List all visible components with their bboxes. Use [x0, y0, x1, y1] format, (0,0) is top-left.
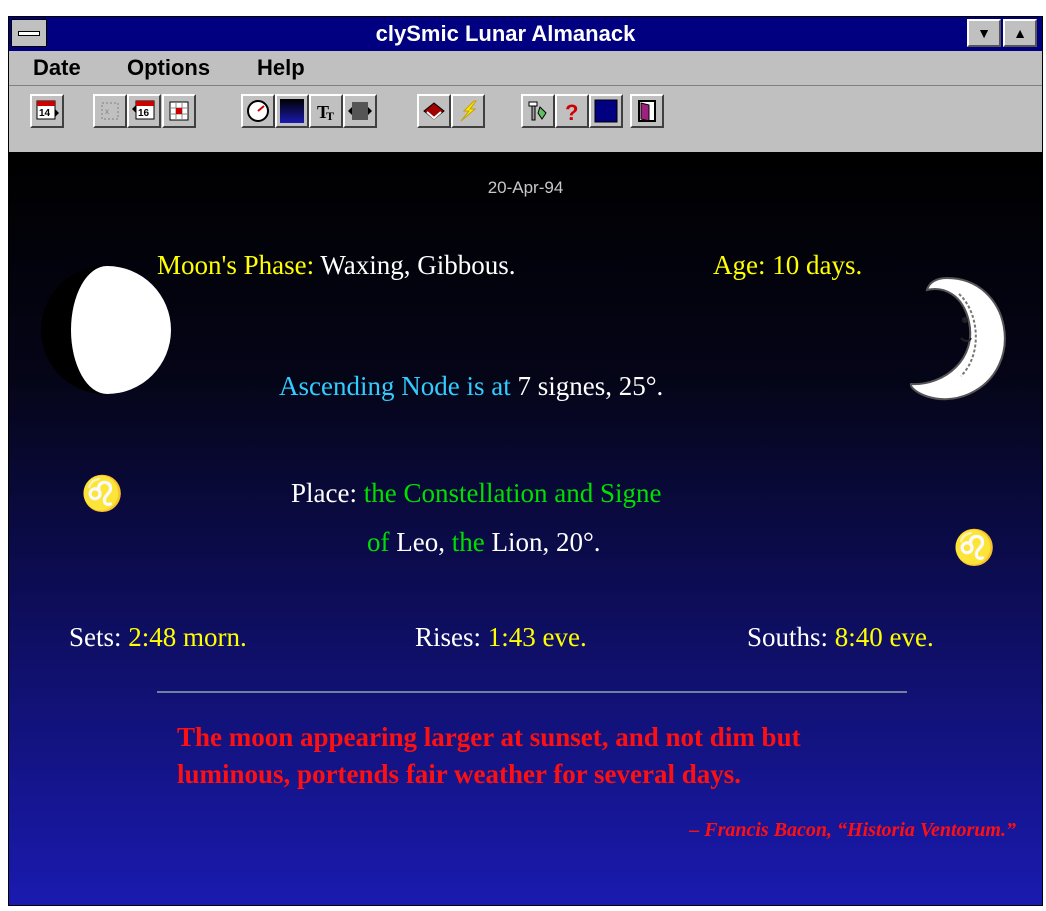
place-of: of: [367, 527, 390, 557]
crescent-moon-face-icon: [910, 276, 1006, 401]
calendar-16-button[interactable]: 16: [127, 94, 161, 128]
svg-text:14: 14: [39, 108, 51, 119]
phase-value: Waxing, Gibbous.: [320, 250, 516, 280]
sky-color-button[interactable]: [275, 94, 309, 128]
menu-date[interactable]: Date: [33, 51, 81, 85]
place-text: the Constellation and Signe: [363, 478, 662, 508]
disabled-calendar-icon: x: [101, 102, 119, 120]
moon-icon: [594, 99, 618, 123]
svg-text:16: 16: [138, 108, 150, 119]
calendar-16-icon: 16: [132, 100, 155, 120]
pattern-button[interactable]: [343, 94, 377, 128]
rises-label: Rises:: [415, 622, 482, 652]
divider: [157, 691, 907, 693]
blue-panel-icon: [280, 99, 304, 123]
zodiac-leo-icon-right: ♌: [953, 530, 996, 567]
place-leo: Leo,: [396, 527, 445, 557]
system-menu-icon: [18, 31, 40, 36]
ascending-node-line: Ascending Node is at 7 signes, 25°.: [279, 371, 663, 402]
menu-help[interactable]: Help: [257, 51, 305, 85]
rises-line: Rises: 1:43 eve.: [415, 622, 587, 653]
souths-line: Souths: 8:40 eve.: [747, 622, 934, 653]
sets-value: 2:48 morn.: [128, 622, 247, 652]
quote-line-1: The moon appearing larger at sunset, and…: [177, 722, 801, 752]
place-lion: Lion, 20°.: [491, 527, 601, 557]
lightning-button[interactable]: [451, 94, 485, 128]
book-icon: [423, 102, 445, 120]
souths-label: Souths:: [747, 622, 829, 652]
font-icon: TT: [317, 102, 334, 123]
souths-value: 8:40 eve.: [834, 622, 934, 652]
font-button[interactable]: TT: [309, 94, 343, 128]
next-week-button[interactable]: x: [93, 94, 127, 128]
exit-door-icon: [638, 100, 656, 122]
menu-bar: Date Options Help: [9, 51, 1042, 86]
moon-phase-icon: [41, 266, 171, 394]
quote-attribution: – Francis Bacon, “Historia Ventorum.”: [689, 819, 1016, 841]
svg-text:T: T: [326, 109, 334, 123]
rises-value: 1:43 eve.: [487, 622, 587, 652]
node-label: Ascending Node is at: [279, 371, 511, 401]
node-value: 7 signes, 25°.: [517, 371, 664, 401]
month-grid-button[interactable]: [162, 94, 196, 128]
app-window: clySmic Lunar Almanack ▼ ▲ Date Options …: [8, 16, 1043, 906]
calendar-14-icon: 14: [36, 100, 59, 120]
quote-line-2: luminous, portends fair weather for seve…: [177, 759, 741, 789]
place-line-2: of Leo, the Lion, 20°.: [367, 527, 601, 558]
maximize-button[interactable]: ▲: [1003, 19, 1037, 47]
date-display: 20-Apr-94: [487, 178, 564, 197]
age-line: Age: 10 days.: [713, 250, 862, 281]
place-the: the: [451, 527, 485, 557]
compass-button[interactable]: [241, 94, 275, 128]
almanac-panel: 20-Apr-94 Moon's Phase: Waxing, Gibbous.…: [9, 154, 1042, 905]
sets-label: Sets:: [69, 622, 122, 652]
moon-button[interactable]: [589, 94, 623, 128]
tools-button[interactable]: [521, 94, 555, 128]
svg-text:x: x: [105, 107, 109, 116]
help-icon: ?: [565, 100, 578, 123]
sets-line: Sets: 2:48 morn.: [69, 622, 247, 653]
grid-calendar-icon: [169, 101, 189, 121]
window-title: clySmic Lunar Almanack: [375, 21, 636, 46]
help-button[interactable]: ?: [555, 94, 589, 128]
system-menu-button[interactable]: [11, 19, 47, 47]
tools-icon: [528, 101, 547, 121]
dotted-shape-icon: [348, 102, 372, 120]
exit-button[interactable]: [630, 94, 664, 128]
calendar-14-button[interactable]: 14: [30, 94, 64, 128]
book-button[interactable]: [417, 94, 451, 128]
place-line-1: Place: the Constellation and Signe: [291, 478, 661, 509]
place-label: Place:: [291, 478, 357, 508]
title-bar: clySmic Lunar Almanack ▼ ▲: [9, 17, 1042, 51]
age-label: Age:: [713, 250, 766, 280]
svg-text:?: ?: [565, 100, 578, 123]
zodiac-leo-icon: ♌: [81, 476, 124, 513]
age-value: 10 days.: [772, 250, 863, 280]
phase-line: Moon's Phase: Waxing, Gibbous.: [157, 250, 515, 281]
phase-label: Moon's Phase:: [157, 250, 315, 280]
lightning-icon: [460, 100, 477, 122]
minimize-button[interactable]: ▼: [967, 19, 1001, 47]
toolbar: 14 x 16 TT ?: [9, 86, 1042, 154]
menu-options[interactable]: Options: [127, 51, 210, 85]
compass-icon: [247, 100, 269, 122]
